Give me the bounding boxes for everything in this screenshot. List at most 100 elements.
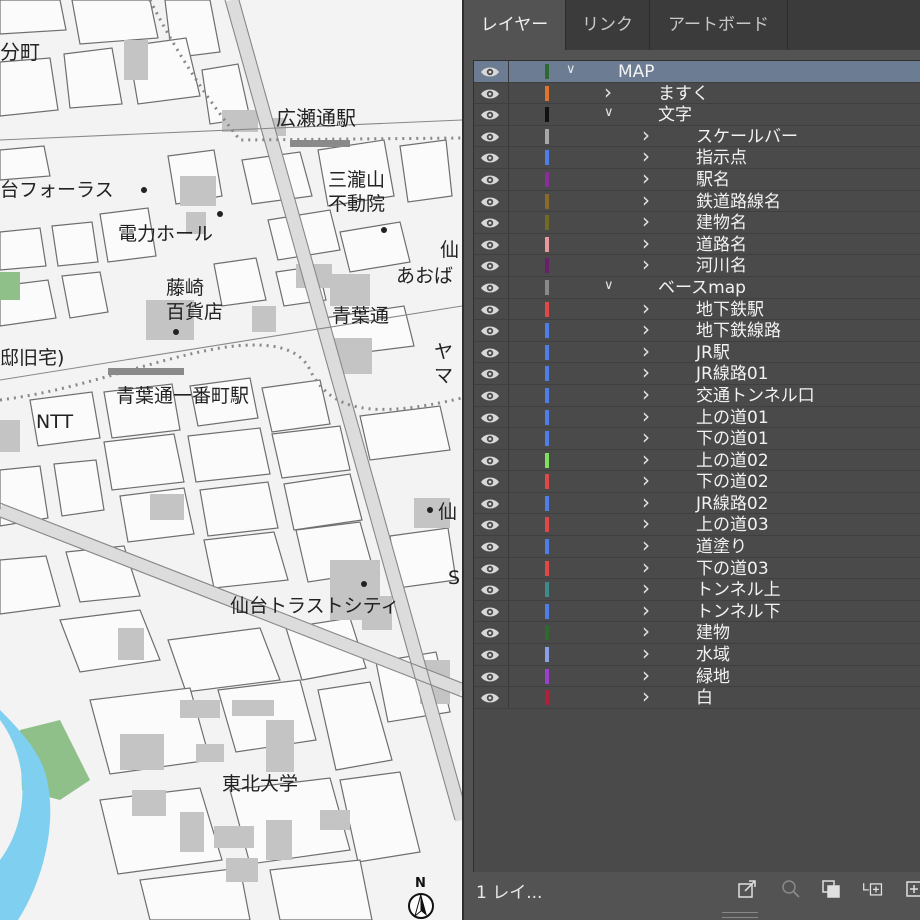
layer-row[interactable]: › 緑地 xyxy=(474,663,920,688)
chevron-right-icon[interactable]: › xyxy=(642,209,650,233)
chevron-down-icon[interactable]: ∨ xyxy=(604,105,614,120)
visibility-eye-icon[interactable] xyxy=(480,280,500,295)
visibility-eye-icon[interactable] xyxy=(480,86,500,101)
lock-column[interactable] xyxy=(508,82,509,104)
lock-column[interactable] xyxy=(508,622,509,644)
lock-column[interactable] xyxy=(508,104,509,125)
lock-column[interactable] xyxy=(508,276,509,298)
lock-column[interactable] xyxy=(508,168,509,190)
visibility-eye-icon[interactable] xyxy=(480,107,500,122)
visibility-eye-icon[interactable] xyxy=(480,604,500,619)
visibility-eye-icon[interactable] xyxy=(480,172,500,187)
chevron-right-icon[interactable]: › xyxy=(642,511,650,535)
layer-row[interactable]: › JR線路01 xyxy=(474,360,920,385)
chevron-right-icon[interactable]: › xyxy=(642,296,650,320)
layer-row[interactable]: › 建物名 xyxy=(474,209,920,234)
lock-column[interactable] xyxy=(508,492,509,514)
layer-list[interactable]: ∨ MAP › ますく ∨ 文字 › スケールバー › 指示点 › 駅名 › 鉄道路線名 › 建物名 › 道路名 ›… xyxy=(473,60,920,873)
layer-row[interactable]: ∨ 文字 xyxy=(474,104,920,126)
layer-row[interactable]: › 上の道03 xyxy=(474,511,920,537)
lock-column[interactable] xyxy=(508,341,509,363)
lock-column[interactable] xyxy=(508,687,509,708)
visibility-eye-icon[interactable] xyxy=(480,150,500,165)
visibility-eye-icon[interactable] xyxy=(480,539,500,554)
lock-column[interactable] xyxy=(508,406,509,428)
chevron-right-icon[interactable]: › xyxy=(642,166,650,190)
new-sublayer-icon[interactable] xyxy=(862,878,884,900)
lock-column[interactable] xyxy=(508,125,509,147)
layer-row[interactable]: › 下の道03 xyxy=(474,555,920,580)
tab-artboards[interactable]: アートボード xyxy=(650,0,788,50)
tab-layers[interactable]: レイヤー xyxy=(464,0,566,50)
chevron-right-icon[interactable]: › xyxy=(642,533,650,557)
lock-column[interactable] xyxy=(508,147,509,168)
chevron-right-icon[interactable]: › xyxy=(642,144,650,168)
lock-column[interactable] xyxy=(508,320,509,341)
layer-row[interactable]: › JR駅 xyxy=(474,339,920,364)
export-icon[interactable] xyxy=(736,878,758,900)
visibility-eye-icon[interactable] xyxy=(480,64,500,79)
chevron-right-icon[interactable]: › xyxy=(642,382,650,406)
layer-row[interactable]: › 鉄道路線名 xyxy=(474,188,920,213)
layer-row[interactable]: › スケールバー xyxy=(474,123,920,148)
visibility-eye-icon[interactable] xyxy=(480,129,500,144)
layer-row[interactable]: › 上の道02 xyxy=(474,447,920,472)
clipping-mask-icon[interactable] xyxy=(820,878,842,900)
layer-row[interactable]: › 上の道01 xyxy=(474,404,920,429)
visibility-eye-icon[interactable] xyxy=(480,431,500,446)
chevron-right-icon[interactable]: › xyxy=(642,231,650,255)
chevron-right-icon[interactable]: › xyxy=(642,360,650,384)
chevron-down-icon[interactable]: ∨ xyxy=(604,278,614,293)
lock-column[interactable] xyxy=(508,644,509,665)
layer-row[interactable]: › 建物 xyxy=(474,619,920,645)
visibility-eye-icon[interactable] xyxy=(480,669,500,684)
layer-row[interactable]: › 河川名 xyxy=(474,252,920,277)
layer-row[interactable]: › 道路名 xyxy=(474,231,920,256)
lock-column[interactable] xyxy=(508,212,509,233)
visibility-eye-icon[interactable] xyxy=(480,345,500,360)
chevron-right-icon[interactable]: › xyxy=(642,576,650,600)
visibility-eye-icon[interactable] xyxy=(480,517,500,532)
visibility-eye-icon[interactable] xyxy=(480,388,500,403)
visibility-eye-icon[interactable] xyxy=(480,647,500,662)
map-canvas[interactable]: 分町 広瀬通駅 台フォーラス 三瀧山 不動院 電力ホール 藤崎 百貨店 仙 あお… xyxy=(0,0,462,920)
layer-row[interactable]: › 地下鉄線路 xyxy=(474,317,920,342)
visibility-eye-icon[interactable] xyxy=(480,302,500,317)
chevron-right-icon[interactable]: › xyxy=(642,663,650,687)
new-layer-icon[interactable] xyxy=(904,878,920,900)
lock-column[interactable] xyxy=(508,471,509,492)
lock-column[interactable] xyxy=(508,536,509,557)
chevron-right-icon[interactable]: › xyxy=(642,468,650,492)
lock-column[interactable] xyxy=(508,514,509,536)
lock-column[interactable] xyxy=(508,665,509,687)
lock-column[interactable] xyxy=(508,61,509,82)
lock-column[interactable] xyxy=(508,579,509,600)
chevron-right-icon[interactable]: › xyxy=(642,447,650,471)
chevron-right-icon[interactable]: › xyxy=(642,598,650,622)
layer-row[interactable]: › 道塗り xyxy=(474,533,920,558)
tab-links[interactable]: リンク xyxy=(566,0,650,50)
visibility-eye-icon[interactable] xyxy=(480,194,500,209)
chevron-right-icon[interactable]: › xyxy=(642,123,650,147)
chevron-down-icon[interactable]: ∨ xyxy=(566,62,576,77)
chevron-right-icon[interactable]: › xyxy=(642,188,650,212)
layer-row[interactable]: › 指示点 xyxy=(474,144,920,169)
chevron-right-icon[interactable]: › xyxy=(642,339,650,363)
lock-column[interactable] xyxy=(508,190,509,212)
layer-row[interactable]: › ますく xyxy=(474,80,920,105)
layer-row[interactable]: › 白 xyxy=(474,684,920,709)
layer-row[interactable]: › トンネル下 xyxy=(474,598,920,623)
visibility-eye-icon[interactable] xyxy=(480,237,500,252)
layer-row[interactable]: › トンネル上 xyxy=(474,576,920,601)
chevron-right-icon[interactable]: › xyxy=(642,317,650,341)
layer-row[interactable]: › 地下鉄駅 xyxy=(474,296,920,321)
chevron-right-icon[interactable]: › xyxy=(642,490,650,514)
chevron-right-icon[interactable]: › xyxy=(642,404,650,428)
visibility-eye-icon[interactable] xyxy=(480,258,500,273)
chevron-right-icon[interactable]: › xyxy=(642,684,650,708)
layer-row[interactable]: › 下の道01 xyxy=(474,425,920,450)
layer-row[interactable]: › 交通トンネル口 xyxy=(474,382,920,407)
visibility-eye-icon[interactable] xyxy=(480,410,500,425)
lock-column[interactable] xyxy=(508,557,509,579)
visibility-eye-icon[interactable] xyxy=(480,496,500,511)
